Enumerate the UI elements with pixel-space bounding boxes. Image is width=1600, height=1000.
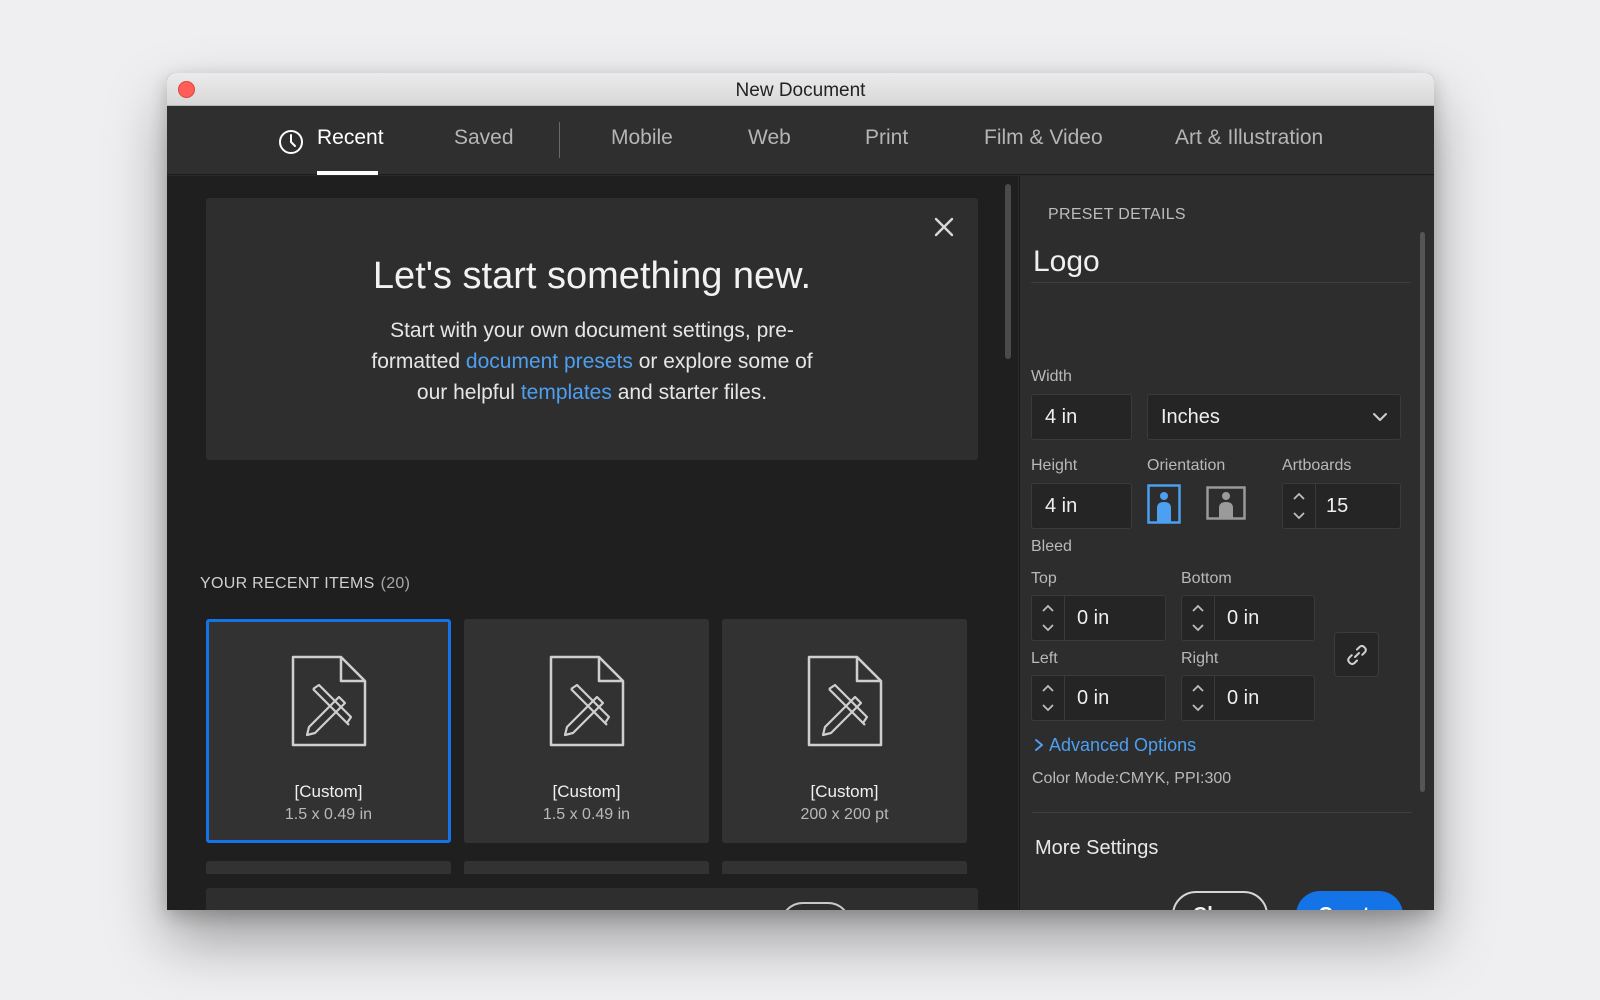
- window-title: New Document: [735, 80, 866, 101]
- preset-details-pane: PRESET DETAILS Logo Width 4 in Inches He…: [1019, 176, 1434, 910]
- welcome-banner: Let's start something new. Start with yo…: [206, 198, 978, 460]
- bleed-left-stepper[interactable]: [1031, 675, 1064, 721]
- chevron-down-icon[interactable]: [1041, 703, 1055, 713]
- document-icon: [549, 655, 625, 747]
- welcome-title: Let's start something new.: [372, 255, 812, 297]
- chevron-down-icon: [1373, 413, 1387, 421]
- chevron-down-icon[interactable]: [1191, 623, 1205, 633]
- go-button[interactable]: Go: [780, 902, 851, 910]
- tab-mobile[interactable]: Mobile: [611, 126, 673, 150]
- chevron-down-icon[interactable]: [1041, 623, 1055, 633]
- bleed-top-label: Top: [1031, 570, 1057, 587]
- tab-divider: [559, 122, 560, 158]
- width-field[interactable]: 4 in: [1031, 394, 1132, 440]
- bleed-right-stepper[interactable]: [1181, 675, 1214, 721]
- tab-print[interactable]: Print: [865, 126, 908, 150]
- chevron-up-icon[interactable]: [1041, 683, 1055, 693]
- tab-web[interactable]: Web: [748, 126, 791, 150]
- templates-link[interactable]: templates: [521, 381, 612, 404]
- recent-item-card[interactable]: [Custom] 1.5 x 0.49 in: [206, 619, 451, 843]
- tab-recent[interactable]: Recent: [317, 126, 384, 150]
- recent-items-title: YOUR RECENT ITEMS: [200, 575, 375, 592]
- document-icon: [807, 655, 883, 747]
- bleed-right-field[interactable]: 0 in: [1214, 675, 1315, 721]
- artboards-label: Artboards: [1282, 457, 1352, 474]
- artboards-stepper[interactable]: [1282, 483, 1315, 529]
- recent-pane: Let's start something new. Start with yo…: [167, 176, 1018, 910]
- chevron-down-icon[interactable]: [1191, 703, 1205, 713]
- height-field[interactable]: 4 in: [1031, 483, 1132, 529]
- artboards-field[interactable]: 15: [1315, 483, 1401, 529]
- link-bleed-button[interactable]: [1334, 632, 1379, 677]
- bleed-left-field[interactable]: 0 in: [1064, 675, 1166, 721]
- bleed-bottom-stepper[interactable]: [1181, 595, 1214, 641]
- bleed-top-stepper[interactable]: [1031, 595, 1064, 641]
- close-icon[interactable]: [933, 216, 955, 238]
- new-document-window: New Document Recent Saved Mobile Web Pri…: [167, 73, 1434, 910]
- category-tab-bar: Recent Saved Mobile Web Print Film & Vid…: [167, 106, 1434, 175]
- landscape-orientation-icon[interactable]: [1206, 486, 1246, 520]
- tab-art-illustration[interactable]: Art & Illustration: [1175, 126, 1323, 150]
- chevron-up-icon[interactable]: [1292, 491, 1306, 501]
- recent-items-count: (20): [380, 575, 411, 592]
- preset-name-field[interactable]: Logo: [1031, 241, 1411, 283]
- clock-icon: [279, 130, 303, 154]
- chevron-down-icon[interactable]: [1292, 511, 1306, 521]
- height-label: Height: [1031, 457, 1078, 474]
- bleed-bottom-label: Bottom: [1181, 570, 1232, 587]
- bleed-top-field[interactable]: 0 in: [1064, 595, 1166, 641]
- chevron-right-icon: [1035, 739, 1043, 751]
- units-select[interactable]: Inches: [1147, 394, 1401, 440]
- right-scrollbar[interactable]: [1420, 232, 1425, 792]
- close-button[interactable]: Close: [1172, 891, 1268, 910]
- chevron-up-icon[interactable]: [1191, 683, 1205, 693]
- left-scrollbar[interactable]: [1005, 184, 1011, 359]
- preset-details-header: PRESET DETAILS: [1048, 206, 1186, 223]
- recent-item-size: 200 x 200 pt: [800, 806, 889, 823]
- tab-film-video[interactable]: Film & Video: [984, 126, 1103, 150]
- welcome-body: Start with your own document settings, p…: [356, 315, 828, 408]
- recent-item-card[interactable]: [Custom] 200 x 200 pt: [722, 619, 967, 843]
- recent-item-size: 1.5 x 0.49 in: [284, 806, 373, 823]
- recent-item-size: 1.5 x 0.49 in: [542, 806, 631, 823]
- welcome-text-part: and starter files.: [611, 381, 768, 404]
- bleed-bottom-field[interactable]: 0 in: [1214, 595, 1315, 641]
- tab-saved[interactable]: Saved: [454, 126, 514, 150]
- width-label: Width: [1031, 368, 1072, 385]
- portrait-orientation-icon[interactable]: [1147, 484, 1181, 524]
- document-icon: [291, 655, 367, 747]
- active-tab-indicator: [317, 171, 378, 175]
- divider: [1032, 812, 1412, 813]
- recent-item-name: [Custom]: [552, 782, 621, 801]
- chevron-up-icon[interactable]: [1041, 603, 1055, 613]
- more-settings-button[interactable]: More Settings: [1035, 837, 1158, 860]
- recent-item-card-partial[interactable]: [206, 861, 451, 874]
- bleed-left-label: Left: [1031, 650, 1058, 667]
- bleed-right-label: Right: [1181, 650, 1219, 667]
- link-icon: [1347, 644, 1367, 666]
- orientation-label: Orientation: [1147, 457, 1226, 474]
- recent-item-card[interactable]: [Custom] 1.5 x 0.49 in: [464, 619, 709, 843]
- advanced-options-label: Advanced Options: [1049, 735, 1197, 755]
- recent-item-name: [Custom]: [810, 782, 879, 801]
- stock-search-bar: Go: [206, 888, 978, 910]
- units-select-value: Inches: [1161, 406, 1220, 428]
- advanced-options-toggle[interactable]: Advanced Options: [1033, 735, 1196, 756]
- title-bar: New Document: [167, 73, 1434, 106]
- bleed-label: Bleed: [1031, 538, 1072, 555]
- recent-item-card-partial[interactable]: [464, 861, 709, 874]
- document-presets-link[interactable]: document presets: [466, 350, 633, 373]
- color-mode-info: Color Mode:CMYK, PPI:300: [1032, 770, 1232, 787]
- recent-item-card-partial[interactable]: [722, 861, 967, 874]
- create-button[interactable]: Create: [1296, 891, 1403, 910]
- chevron-up-icon[interactable]: [1191, 603, 1205, 613]
- recent-item-name: [Custom]: [294, 782, 363, 801]
- recent-items-header: YOUR RECENT ITEMS (20): [200, 575, 410, 593]
